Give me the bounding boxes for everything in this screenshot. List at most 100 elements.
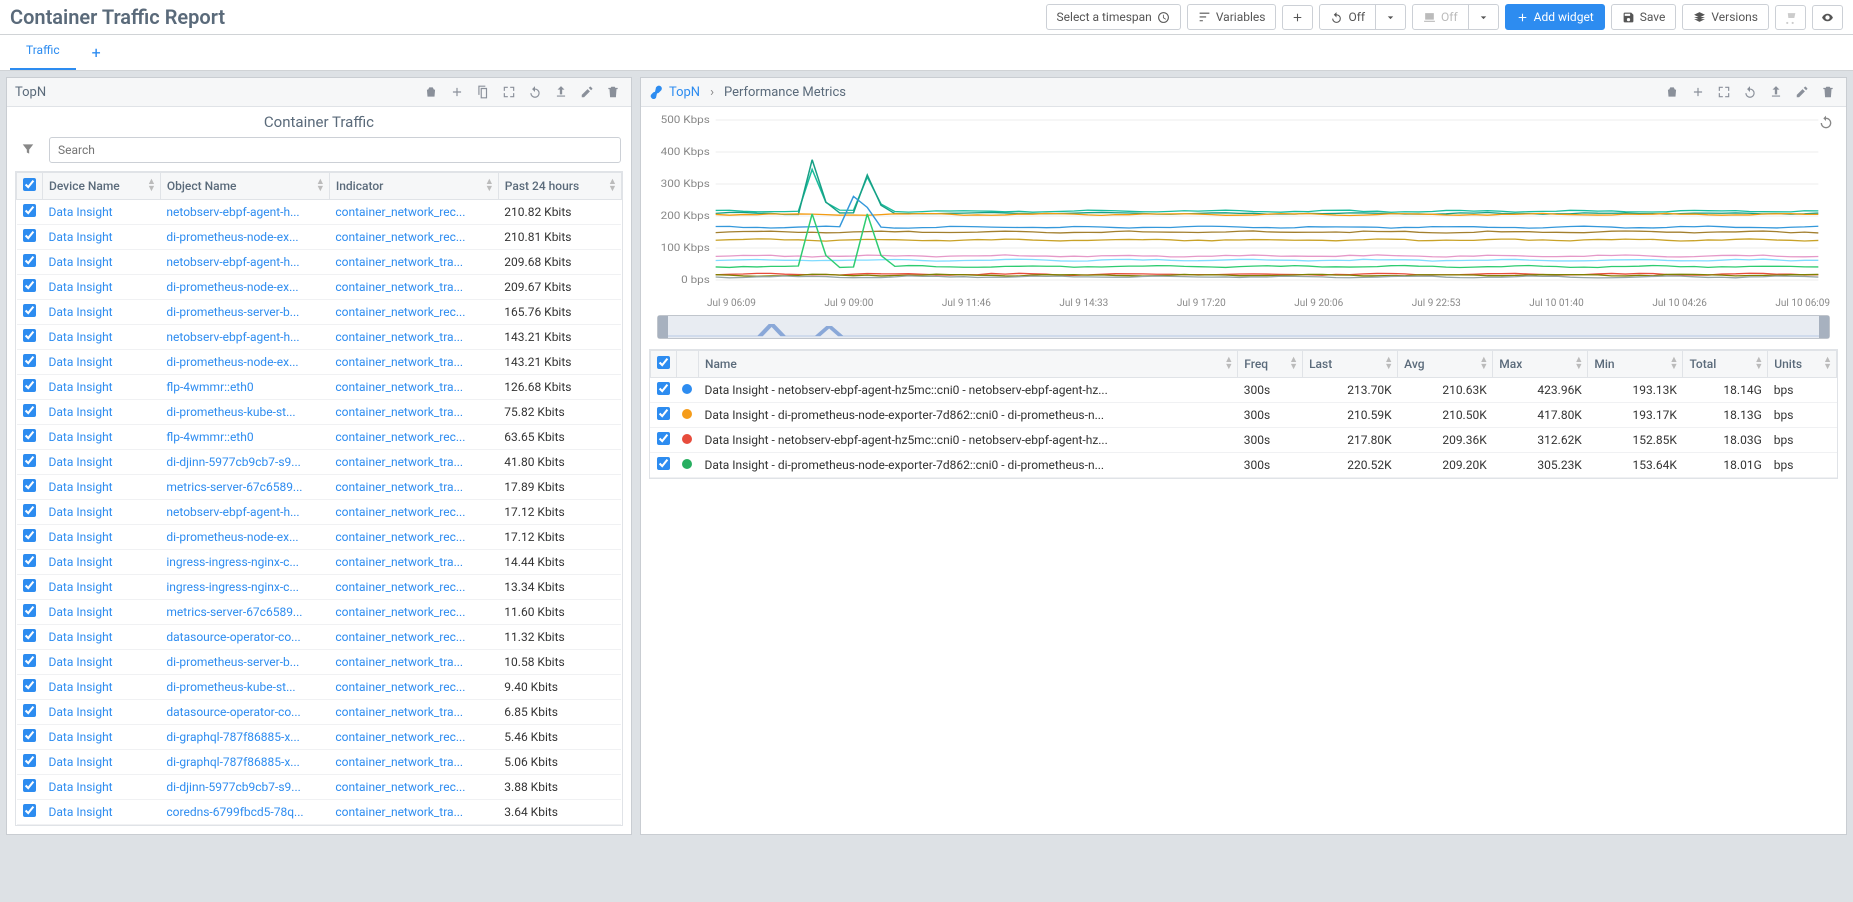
cell-object[interactable]: coredns-6799fbcd5-78q... (160, 800, 329, 825)
cell-object[interactable]: di-graphql-787f86885-x... (160, 750, 329, 775)
cell-indicator[interactable]: container_network_tra... (329, 275, 498, 300)
col-last[interactable]: Last▲▼ (1303, 351, 1398, 378)
table-row[interactable]: Data Insight ingress-ingress-nginx-c... … (17, 550, 622, 575)
table-row[interactable]: Data Insight netobserv-ebpf-agent-h... c… (17, 250, 622, 275)
cell-indicator[interactable]: container_network_tra... (329, 350, 498, 375)
versions-button[interactable]: Versions (1682, 4, 1769, 30)
cell-device[interactable]: Data Insight (43, 675, 161, 700)
cell-object[interactable]: di-prometheus-server-b... (160, 650, 329, 675)
cell-indicator[interactable]: container_network_tra... (329, 375, 498, 400)
cell-device[interactable]: Data Insight (43, 425, 161, 450)
table-row[interactable]: Data Insight netobserv-ebpf-agent-h... c… (17, 200, 622, 225)
row-checkbox[interactable] (23, 429, 36, 442)
cell-device[interactable]: Data Insight (43, 375, 161, 400)
table-row[interactable]: Data Insight - netobserv-ebpf-agent-hz5m… (650, 428, 1836, 453)
row-checkbox[interactable] (23, 379, 36, 392)
cell-object[interactable]: di-prometheus-kube-st... (160, 675, 329, 700)
perf-header-checkbox[interactable] (650, 351, 676, 378)
cell-device[interactable]: Data Insight (43, 350, 161, 375)
plus-tool-icon[interactable] (1688, 82, 1708, 102)
cell-indicator[interactable]: container_network_rec... (329, 525, 498, 550)
cell-device[interactable]: Data Insight (43, 750, 161, 775)
cell-object[interactable]: di-prometheus-node-ex... (160, 525, 329, 550)
cell-object[interactable]: di-prometheus-node-ex... (160, 350, 329, 375)
toggle-off-1[interactable]: Off (1319, 4, 1376, 30)
table-row[interactable]: Data Insight - di-prometheus-node-export… (650, 403, 1836, 428)
basket-icon[interactable] (1662, 82, 1682, 102)
row-checkbox[interactable] (23, 604, 36, 617)
cell-device[interactable]: Data Insight (43, 400, 161, 425)
table-row[interactable]: Data Insight di-graphql-787f86885-x... c… (17, 750, 622, 775)
refresh-tool-icon[interactable] (1740, 82, 1760, 102)
scrubber-track[interactable] (668, 316, 1819, 338)
col-indicator[interactable]: Indicator▲▼ (329, 173, 498, 200)
row-checkbox[interactable] (23, 704, 36, 717)
row-checkbox[interactable] (23, 304, 36, 317)
cell-indicator[interactable]: container_network_rec... (329, 725, 498, 750)
table-row[interactable]: Data Insight datasource-operator-co... c… (17, 625, 622, 650)
cell-object[interactable]: di-djinn-5977cb9cb7-s9... (160, 775, 329, 800)
table-row[interactable]: Data Insight datasource-operator-co... c… (17, 700, 622, 725)
table-row[interactable]: Data Insight di-prometheus-kube-st... co… (17, 675, 622, 700)
table-row[interactable]: Data Insight di-graphql-787f86885-x... c… (17, 725, 622, 750)
col-name[interactable]: Name▲▼ (698, 351, 1237, 378)
row-checkbox[interactable] (23, 404, 36, 417)
cell-object[interactable]: netobserv-ebpf-agent-h... (160, 250, 329, 275)
scrubber-handle-right[interactable] (1819, 316, 1829, 338)
row-checkbox[interactable] (23, 354, 36, 367)
cell-object[interactable]: di-prometheus-node-ex... (160, 275, 329, 300)
row-checkbox[interactable] (23, 529, 36, 542)
copy-icon[interactable] (473, 82, 493, 102)
row-checkbox[interactable] (657, 432, 670, 445)
table-row[interactable]: Data Insight metrics-server-67c6589... c… (17, 475, 622, 500)
plus-tool-icon[interactable] (447, 82, 467, 102)
edit-icon[interactable] (577, 82, 597, 102)
table-row[interactable]: Data Insight - di-prometheus-node-export… (650, 453, 1836, 478)
col-object[interactable]: Object Name▲▼ (160, 173, 329, 200)
col-freq[interactable]: Freq▲▼ (1238, 351, 1303, 378)
cell-device[interactable]: Data Insight (43, 275, 161, 300)
cell-device[interactable]: Data Insight (43, 600, 161, 625)
cell-indicator[interactable]: container_network_tra... (329, 325, 498, 350)
row-checkbox[interactable] (23, 579, 36, 592)
cell-indicator[interactable]: container_network_rec... (329, 575, 498, 600)
cell-device[interactable]: Data Insight (43, 525, 161, 550)
expand-icon[interactable] (1714, 82, 1734, 102)
col-units[interactable]: Units▲▼ (1768, 351, 1837, 378)
row-checkbox[interactable] (23, 779, 36, 792)
table-row[interactable]: Data Insight - netobserv-ebpf-agent-hz5m… (650, 378, 1836, 403)
cell-indicator[interactable]: container_network_tra... (329, 650, 498, 675)
table-header-checkbox[interactable] (17, 173, 43, 200)
tab-add[interactable]: + (76, 35, 117, 70)
tab-traffic[interactable]: Traffic (10, 35, 76, 70)
col-max[interactable]: Max▲▼ (1493, 351, 1588, 378)
save-button[interactable]: Save (1611, 4, 1677, 30)
cell-object[interactable]: di-prometheus-kube-st... (160, 400, 329, 425)
add-widget-button[interactable]: Add widget (1505, 4, 1605, 30)
row-checkbox[interactable] (23, 279, 36, 292)
variables-button[interactable]: Variables (1187, 4, 1277, 30)
toggle-off-1-chevron[interactable] (1376, 4, 1406, 30)
performance-chart[interactable]: 500 Kbps400 Kbps300 Kbps200 Kbps100 Kbps… (657, 115, 1830, 295)
cell-object[interactable]: di-graphql-787f86885-x... (160, 725, 329, 750)
cell-indicator[interactable]: container_network_rec... (329, 675, 498, 700)
table-row[interactable]: Data Insight di-prometheus-server-b... c… (17, 650, 622, 675)
row-checkbox[interactable] (23, 504, 36, 517)
cell-indicator[interactable]: container_network_tra... (329, 750, 498, 775)
cell-object[interactable]: datasource-operator-co... (160, 625, 329, 650)
expand-icon[interactable] (499, 82, 519, 102)
cell-device[interactable]: Data Insight (43, 325, 161, 350)
table-row[interactable]: Data Insight di-djinn-5977cb9cb7-s9... c… (17, 450, 622, 475)
cell-object[interactable]: flp-4wmmr::eth0 (160, 425, 329, 450)
cell-indicator[interactable]: container_network_tra... (329, 700, 498, 725)
table-row[interactable]: Data Insight di-prometheus-node-ex... co… (17, 225, 622, 250)
cell-device[interactable]: Data Insight (43, 500, 161, 525)
cell-indicator[interactable]: container_network_rec... (329, 300, 498, 325)
table-row[interactable]: Data Insight di-prometheus-node-ex... co… (17, 525, 622, 550)
cell-object[interactable]: metrics-server-67c6589... (160, 600, 329, 625)
col-total[interactable]: Total▲▼ (1683, 351, 1768, 378)
cell-indicator[interactable]: container_network_rec... (329, 600, 498, 625)
trash-icon[interactable] (1818, 82, 1838, 102)
row-checkbox[interactable] (23, 204, 36, 217)
table-row[interactable]: Data Insight di-prometheus-node-ex... co… (17, 275, 622, 300)
